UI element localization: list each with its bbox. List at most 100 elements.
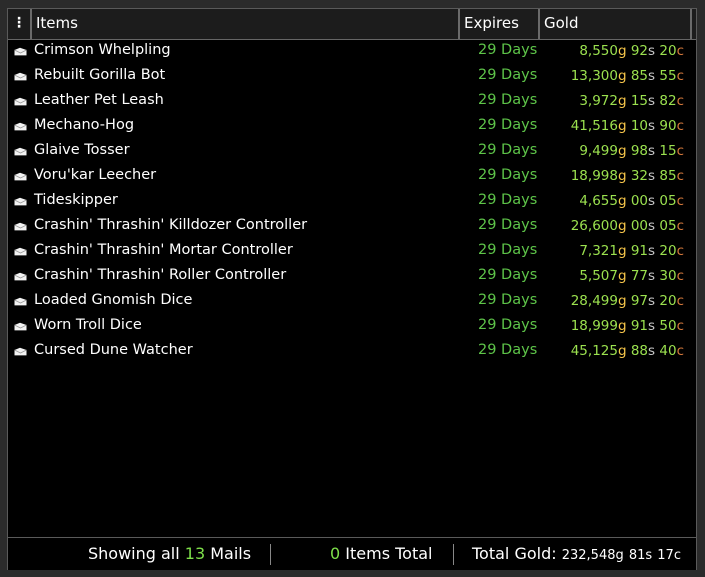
silver-symbol: s bbox=[648, 143, 656, 159]
gold-symbol: g bbox=[617, 343, 627, 359]
gold-symbol: g bbox=[617, 118, 627, 134]
gold-symbol: g bbox=[617, 93, 627, 109]
copper-symbol: c bbox=[676, 243, 684, 259]
showing-prefix: Showing all bbox=[88, 544, 180, 563]
silver-symbol: s bbox=[648, 318, 656, 334]
mail-envelope-icon bbox=[14, 322, 27, 331]
silver-amount: 10 bbox=[630, 118, 649, 134]
gold-symbol: g bbox=[617, 218, 627, 234]
silver-symbol: s bbox=[648, 268, 656, 284]
total-gold-label: Total Gold: bbox=[472, 544, 557, 563]
footer-divider bbox=[453, 544, 454, 565]
copper-symbol: c bbox=[676, 93, 684, 109]
copper-symbol: c bbox=[676, 118, 684, 134]
mail-row[interactable]: Crashin' Thrashin' Roller Controller 29 D… bbox=[8, 265, 696, 290]
gold-symbol: g bbox=[617, 68, 627, 84]
copper-symbol: c bbox=[676, 68, 684, 84]
silver-symbol: s bbox=[648, 293, 656, 309]
copper-symbol: c bbox=[676, 293, 684, 309]
silver-amount: 77 bbox=[630, 268, 649, 284]
gold-value: 18,998g 32s 85c bbox=[571, 168, 684, 184]
total-silver-amount: 81 bbox=[628, 548, 646, 563]
gold-value: 7,321g 91s 20c bbox=[579, 243, 684, 259]
item-name: Crimson Whelpling bbox=[34, 42, 171, 58]
silver-symbol: s bbox=[648, 193, 656, 209]
footer-divider bbox=[270, 544, 271, 565]
column-header-items[interactable]: Items bbox=[32, 9, 460, 39]
copper-symbol: c bbox=[676, 218, 684, 234]
gold-value: 28,499g 97s 20c bbox=[571, 293, 684, 309]
silver-amount: 32 bbox=[630, 168, 649, 184]
mail-row[interactable]: Glaive Tosser 29 Days 9,499g 98s 15c bbox=[8, 140, 696, 165]
mail-row[interactable]: Rebuilt Gorilla Bot 29 Days 13,300g 85s 55… bbox=[8, 65, 696, 90]
mail-envelope-icon bbox=[14, 272, 27, 281]
mail-count-summary: Showing all 13 Mails bbox=[88, 538, 251, 570]
expires-value: 29 Days bbox=[478, 242, 538, 258]
items-count: 0 bbox=[330, 544, 341, 563]
silver-symbol: s bbox=[648, 43, 656, 59]
gold-amount: 18,998 bbox=[570, 168, 618, 184]
copper-symbol: c bbox=[676, 318, 684, 334]
total-gold-amount: 232,548 bbox=[561, 548, 616, 563]
item-name: Crashin' Thrashin' Roller Controller bbox=[34, 267, 287, 283]
silver-amount: 97 bbox=[630, 293, 649, 309]
gold-amount: 5,507 bbox=[579, 268, 618, 284]
copper-amount: 30 bbox=[659, 268, 677, 284]
copper-amount: 40 bbox=[659, 343, 677, 359]
mail-row[interactable]: Crimson Whelpling 29 Days 8,550g 92s 20c bbox=[8, 40, 696, 65]
expires-value: 29 Days bbox=[478, 192, 538, 208]
column-header-expires[interactable]: Expires bbox=[460, 9, 540, 39]
mail-row[interactable]: Mechano-Hog 29 Days 41,516g 10s 90c bbox=[8, 115, 696, 140]
copper-symbol: c bbox=[673, 548, 681, 563]
copper-amount: 15 bbox=[659, 143, 677, 159]
item-name: Voru'kar Leecher bbox=[34, 167, 157, 183]
copper-amount: 20 bbox=[659, 293, 677, 309]
silver-symbol: s bbox=[645, 548, 653, 563]
mail-envelope-icon bbox=[14, 122, 27, 131]
silver-symbol: s bbox=[648, 343, 656, 359]
mail-row[interactable]: Loaded Gnomish Dice 29 Days 28,499g 97s 20… bbox=[8, 290, 696, 315]
gold-value: 13,300g 85s 55c bbox=[571, 68, 684, 84]
silver-symbol: s bbox=[648, 218, 656, 234]
mail-row[interactable]: Voru'kar Leecher 29 Days 18,998g 32s 85c bbox=[8, 165, 696, 190]
item-name: Cursed Dune Watcher bbox=[34, 342, 193, 358]
silver-amount: 91 bbox=[630, 243, 649, 259]
silver-amount: 85 bbox=[630, 68, 649, 84]
copper-symbol: c bbox=[676, 268, 684, 284]
expires-value: 29 Days bbox=[478, 342, 538, 358]
mail-envelope-icon bbox=[14, 197, 27, 206]
expires-value: 29 Days bbox=[478, 117, 538, 133]
gold-amount: 26,600 bbox=[570, 218, 618, 234]
mail-row[interactable]: Cursed Dune Watcher 29 Days 45,125g 88s 40… bbox=[8, 340, 696, 365]
copper-amount: 85 bbox=[659, 168, 677, 184]
expires-value: 29 Days bbox=[478, 42, 538, 58]
gold-amount: 41,516 bbox=[570, 118, 618, 134]
total-copper-amount: 17 bbox=[657, 548, 674, 563]
copper-amount: 90 bbox=[659, 118, 677, 134]
gold-value: 3,972g 15s 82c bbox=[579, 93, 684, 109]
gold-value: 18,999g 91s 50c bbox=[571, 318, 684, 334]
mail-suffix: Mails bbox=[210, 544, 252, 563]
copper-amount: 05 bbox=[659, 218, 677, 234]
gold-value: 4,655g 00s 05c bbox=[579, 193, 684, 209]
mail-row[interactable]: Tideskipper 29 Days 4,655g 00s 05c bbox=[8, 190, 696, 215]
silver-symbol: s bbox=[648, 93, 656, 109]
item-name: Rebuilt Gorilla Bot bbox=[34, 67, 166, 83]
column-header-gold[interactable]: Gold bbox=[540, 9, 692, 39]
column-menu-icon[interactable]: ⋮ bbox=[8, 9, 32, 39]
mail-row[interactable]: Worn Troll Dice 29 Days 18,999g 91s 50c bbox=[8, 315, 696, 340]
mail-row[interactable]: Crashin' Thrashin' Mortar Controller 29 D… bbox=[8, 240, 696, 265]
silver-amount: 88 bbox=[630, 343, 649, 359]
total-gold-summary: Total Gold: 232,548g 81s 17c bbox=[472, 538, 681, 570]
mail-envelope-icon bbox=[14, 172, 27, 181]
item-name: Loaded Gnomish Dice bbox=[34, 292, 193, 308]
mail-row[interactable]: Leather Pet Leash 29 Days 3,972g 15s 82c bbox=[8, 90, 696, 115]
expires-value: 29 Days bbox=[478, 317, 538, 333]
mail-row[interactable]: Crashin' Thrashin' Killdozer Controller 2… bbox=[8, 215, 696, 240]
items-total-summary: 0 Items Total bbox=[330, 538, 433, 570]
copper-amount: 20 bbox=[659, 243, 677, 259]
gold-value: 9,499g 98s 15c bbox=[579, 143, 684, 159]
expires-value: 29 Days bbox=[478, 92, 538, 108]
gold-amount: 28,499 bbox=[570, 293, 618, 309]
mail-envelope-icon bbox=[14, 47, 27, 56]
